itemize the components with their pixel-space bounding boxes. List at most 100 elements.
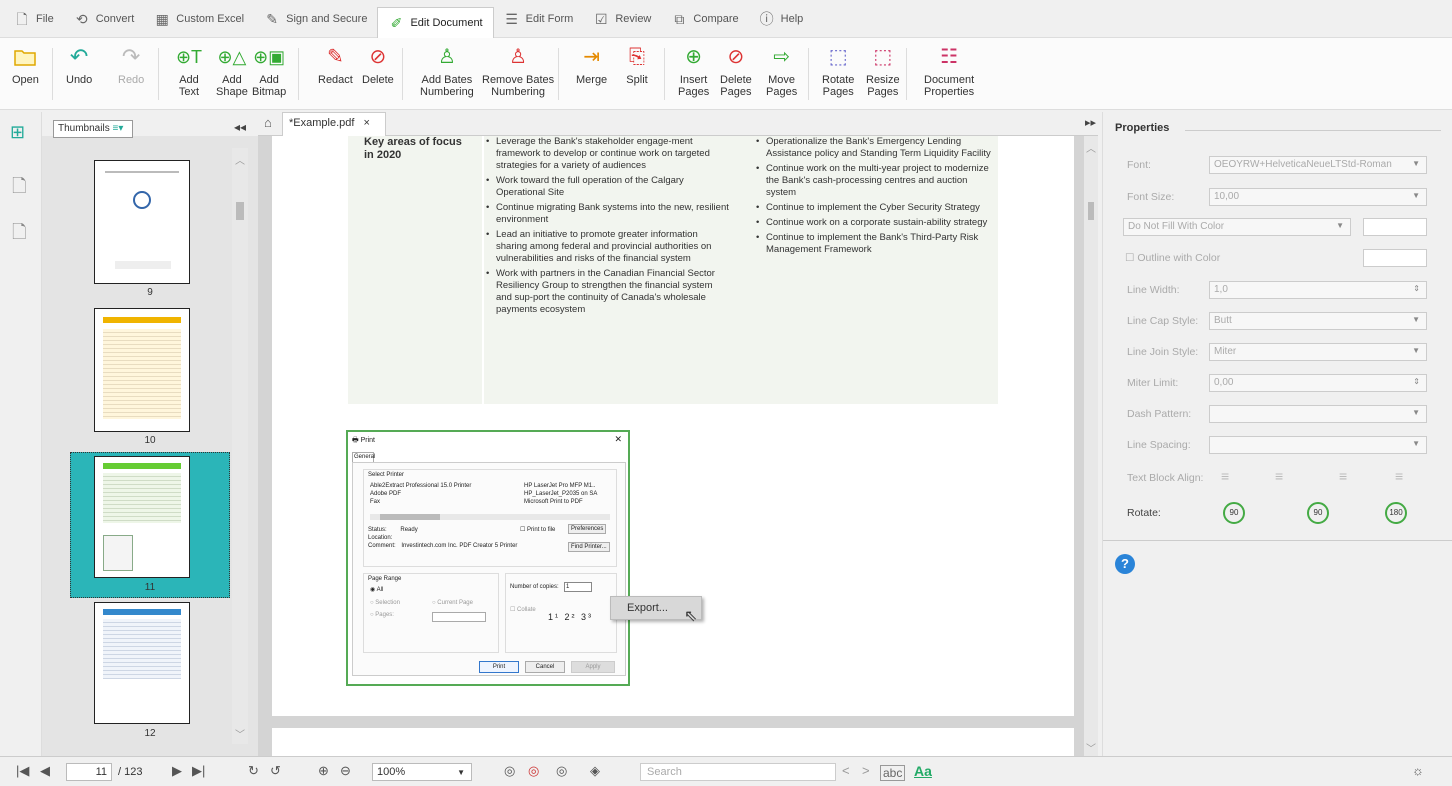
view-continuous-icon[interactable]: ◎ [528, 763, 539, 779]
outline-color-swatch[interactable] [1363, 249, 1427, 267]
zoom-in-icon[interactable]: ⊕ [318, 763, 329, 779]
print-dialog-tab: General [352, 452, 376, 462]
remove-bates-numbering-button[interactable]: ♙ Remove Bates Numbering [482, 44, 554, 98]
zoom-select[interactable]: 100% ▼ [372, 763, 472, 781]
split-button[interactable]: ⎘ Split [624, 44, 650, 86]
thumbnails-dropdown[interactable]: Thumbnails ≡▾ [53, 120, 133, 138]
brightness-icon[interactable]: ☼ [1412, 763, 1424, 778]
line-width-spinner[interactable]: 1,0 ⇕ [1209, 281, 1427, 299]
pen-icon: ✎ [266, 10, 278, 27]
page-number-label: 12 [144, 728, 156, 739]
align-right-icon[interactable]: ≡ [1339, 468, 1347, 484]
thumbnail-page-10[interactable] [94, 308, 190, 432]
bookmark-icon[interactable]: 🗋 [12, 174, 26, 204]
font-size-select[interactable]: 10,00 ▼ [1209, 188, 1427, 206]
rotate-pages-button[interactable]: ⬚ Rotate Pages [822, 44, 854, 98]
fill-color-select[interactable]: Do Not Fill With Color ▼ [1123, 218, 1351, 236]
match-case-toggle[interactable]: Aa [914, 763, 932, 779]
menu-edit-form[interactable]: ☰ Edit Form [494, 4, 584, 34]
insert-pages-button[interactable]: ⊕ Insert Pages [678, 44, 709, 98]
add-shape-button[interactable]: ⊕△ Add Shape [216, 44, 248, 98]
rotate-cw-90-icon[interactable]: 90 [1307, 502, 1329, 524]
collapse-right-icon[interactable]: ▸▸ [1085, 116, 1096, 129]
mouse-cursor-icon: ⇖ [684, 608, 698, 625]
line-cap-select[interactable]: Butt ▼ [1209, 312, 1427, 330]
menu-review[interactable]: ☑ Review [583, 4, 661, 34]
rotate-ccw-90-icon[interactable]: 90 [1223, 502, 1245, 524]
thumbnail-page-12[interactable] [94, 602, 190, 724]
scrollbar-thumb[interactable] [236, 202, 244, 220]
chevron-up-icon[interactable]: ︿ [235, 152, 245, 167]
redact-button[interactable]: ✎ Redact [318, 44, 353, 86]
preferences-button: Preferences [568, 524, 607, 534]
previous-page-icon[interactable]: ◀ [40, 763, 50, 779]
key-areas-heading: Key areas of focus in 2020 [364, 136, 462, 161]
first-page-icon[interactable]: |◀ [16, 763, 29, 779]
rotate-180-icon[interactable]: 180 [1385, 502, 1407, 524]
close-tab-icon[interactable]: × [364, 117, 370, 129]
line-join-select[interactable]: Miter ▼ [1209, 343, 1427, 361]
add-bates-numbering-button[interactable]: ♙ Add Bates Numbering [420, 44, 474, 98]
properties-title: Properties [1115, 122, 1170, 134]
page-number-label: 10 [144, 435, 156, 446]
add-text-button[interactable]: ⊕T Add Text [176, 44, 202, 98]
whole-word-toggle[interactable]: abc [880, 765, 906, 781]
view-facing-icon[interactable]: ◎ [556, 763, 567, 779]
page-number-input[interactable]: 11 [66, 763, 112, 781]
thumbnail-page-9[interactable] [94, 160, 190, 284]
thumbnails-scrollbar[interactable]: ︿ ﹀ [232, 148, 248, 744]
menu-edit-document[interactable]: ✐ Edit Document [377, 6, 494, 38]
folder-icon [12, 44, 38, 70]
tab-example-pdf[interactable]: *Example.pdf × [282, 112, 386, 136]
delete-button[interactable]: ⊘ Delete [362, 44, 394, 86]
add-bitmap-button[interactable]: ⊕▣ Add Bitmap [252, 44, 286, 98]
menu-custom-excel[interactable]: ▦ Custom Excel [144, 4, 254, 34]
delete-pages-button[interactable]: ⊘ Delete Pages [720, 44, 752, 98]
outline-checkbox[interactable]: ☐ Outline with Color [1125, 252, 1220, 264]
align-left-icon[interactable]: ≡ [1221, 468, 1229, 484]
search-input[interactable]: Search [640, 763, 836, 781]
menu-sign-and-secure[interactable]: ✎ Sign and Secure [254, 4, 377, 34]
zoom-out-icon[interactable]: ⊖ [340, 763, 351, 779]
attachment-icon[interactable]: 🗋 [12, 220, 26, 250]
menu-file[interactable]: 🗋 File [4, 4, 64, 34]
last-page-icon[interactable]: ▶| [192, 763, 205, 779]
miter-limit-spinner[interactable]: 0,00 ⇕ [1209, 374, 1427, 392]
menu-convert[interactable]: ⟲ Convert [64, 4, 145, 34]
collapse-left-icon[interactable]: ◂◂ [234, 120, 246, 134]
font-select[interactable]: OEOYRW+HelveticaNeueLTStd-Roman ▼ [1209, 156, 1427, 174]
chevron-down-icon[interactable]: ﹀ [1086, 740, 1096, 755]
menu-compare[interactable]: ⧉ Compare [661, 4, 748, 34]
rotate-ccw-icon[interactable]: ↺ [270, 763, 281, 779]
move-pages-button[interactable]: ⇨ Move Pages [766, 44, 797, 98]
align-justify-icon[interactable]: ≡ [1395, 468, 1403, 484]
line-spacing-select[interactable]: ▼ [1209, 436, 1427, 454]
help-icon[interactable]: ? [1115, 554, 1135, 574]
search-prev-icon[interactable]: < [842, 763, 850, 778]
view-split-icon[interactable]: ◈ [590, 763, 600, 779]
view-single-icon[interactable]: ◎ [504, 763, 515, 779]
dash-pattern-select[interactable]: ▼ [1209, 405, 1427, 423]
align-center-icon[interactable]: ≡ [1275, 468, 1283, 484]
merge-button[interactable]: ⇥ Merge [576, 44, 607, 86]
thumbnails-icon[interactable]: ⊞ [10, 122, 30, 142]
bullet-item: Continue to implement the Bank's Third-P… [756, 232, 996, 256]
document-properties-button[interactable]: ☷ Document Properties [924, 44, 974, 98]
undo-button[interactable]: ↶ Undo [66, 44, 92, 87]
search-next-icon[interactable]: > [862, 763, 870, 778]
document-scrollbar[interactable]: ︿ ﹀ [1084, 136, 1098, 756]
open-button[interactable]: Open [12, 44, 39, 86]
redo-button[interactable]: ↷ Redo [118, 44, 144, 87]
print-dialog-image[interactable]: 🖶 Print ✕ General Select Printer Able2Ex… [346, 430, 630, 686]
rotate-cw-icon[interactable]: ↻ [248, 763, 259, 779]
menu-help[interactable]: ⓘ Help [749, 4, 814, 34]
scrollbar-thumb[interactable] [1088, 202, 1094, 220]
fill-color-swatch[interactable] [1363, 218, 1427, 236]
home-icon[interactable]: ⌂ [264, 115, 272, 130]
export-menu-item[interactable]: Export... [627, 602, 668, 614]
thumbnail-page-11[interactable] [94, 456, 190, 578]
resize-pages-button[interactable]: ⬚ Resize Pages [866, 44, 900, 98]
menu-bar: 🗋 File ⟲ Convert ▦ Custom Excel ✎ Sign and S… [0, 0, 1452, 38]
next-page-icon[interactable]: ▶ [172, 763, 182, 779]
chevron-up-icon[interactable]: ︿ [1086, 140, 1096, 155]
